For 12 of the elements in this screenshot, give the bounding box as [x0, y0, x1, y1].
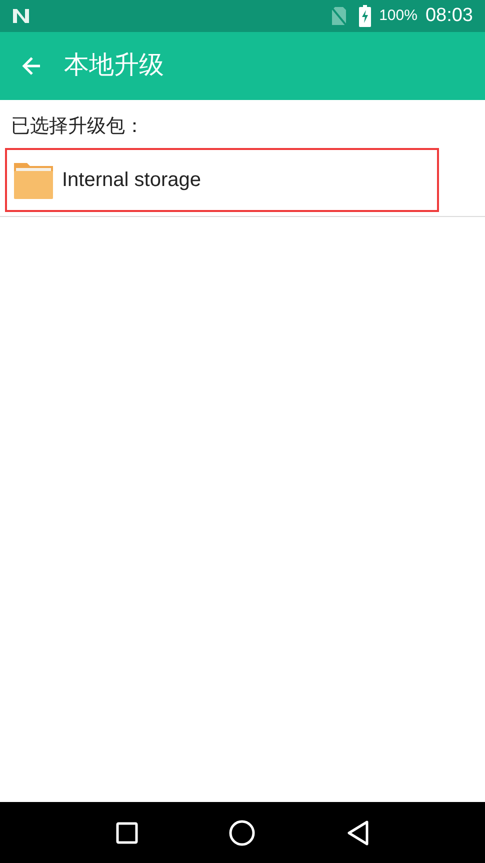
home-button[interactable] [229, 820, 256, 846]
clock: 08:03 [425, 4, 473, 28]
notification-icon [12, 8, 30, 24]
no-sim-icon [331, 6, 348, 26]
recents-button[interactable] [116, 822, 138, 844]
battery-charging-icon [359, 5, 372, 27]
screen-title: 本地升级 [64, 50, 164, 82]
back-nav-button[interactable] [347, 820, 370, 846]
battery-percentage: 100% [379, 6, 418, 26]
folder-item[interactable]: Internal storage [5, 148, 439, 212]
section-label: 已选择升级包： [11, 116, 144, 137]
folder-name: Internal storage [62, 168, 201, 192]
